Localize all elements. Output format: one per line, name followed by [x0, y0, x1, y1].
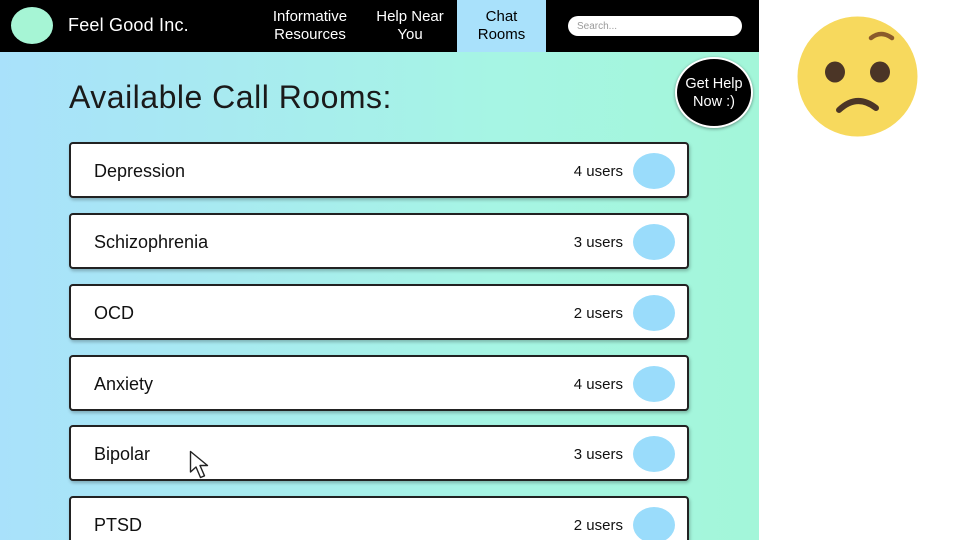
room-card-ocd[interactable]: OCD 2 users: [69, 284, 689, 340]
room-user-count: 2 users: [573, 305, 623, 322]
room-card-anxiety[interactable]: Anxiety 4 users: [69, 355, 689, 411]
join-room-button[interactable]: [633, 507, 675, 540]
join-room-button[interactable]: [633, 366, 675, 402]
room-user-count: 3 users: [573, 234, 623, 251]
room-name: OCD: [94, 303, 134, 323]
room-user-count: 3 users: [573, 446, 623, 463]
join-room-button[interactable]: [633, 153, 675, 189]
join-room-button[interactable]: [633, 224, 675, 260]
room-name: Bipolar: [94, 444, 151, 464]
room-card-depression[interactable]: Depression 4 users: [69, 142, 689, 198]
room-list: Depression 4 users Schizophrenia 3 users…: [0, 0, 759, 540]
worried-face-emoji: [797, 16, 918, 137]
room-user-count: 2 users: [573, 517, 623, 534]
room-user-count: 4 users: [573, 163, 623, 180]
room-name: PTSD: [94, 515, 143, 535]
mouse-pointer-icon: [189, 450, 209, 479]
room-name: Anxiety: [94, 374, 154, 394]
stage: Feel Good Inc. Informative Resources Hel…: [0, 0, 960, 540]
join-room-button[interactable]: [633, 295, 675, 331]
help-label-line2: Now :): [693, 93, 735, 110]
room-name: Depression: [94, 161, 186, 181]
get-help-now-button[interactable]: Get Help Now :): [675, 57, 753, 128]
room-name: Schizophrenia: [94, 232, 209, 252]
join-room-button[interactable]: [633, 436, 675, 472]
room-user-count: 4 users: [573, 376, 623, 393]
room-card-schizophrenia[interactable]: Schizophrenia 3 users: [69, 213, 689, 269]
app-window: Feel Good Inc. Informative Resources Hel…: [0, 0, 759, 540]
room-card-bipolar[interactable]: Bipolar 3 users: [69, 425, 689, 481]
room-card-ptsd[interactable]: PTSD 2 users: [69, 496, 689, 540]
help-label-line1: Get Help: [685, 75, 743, 92]
